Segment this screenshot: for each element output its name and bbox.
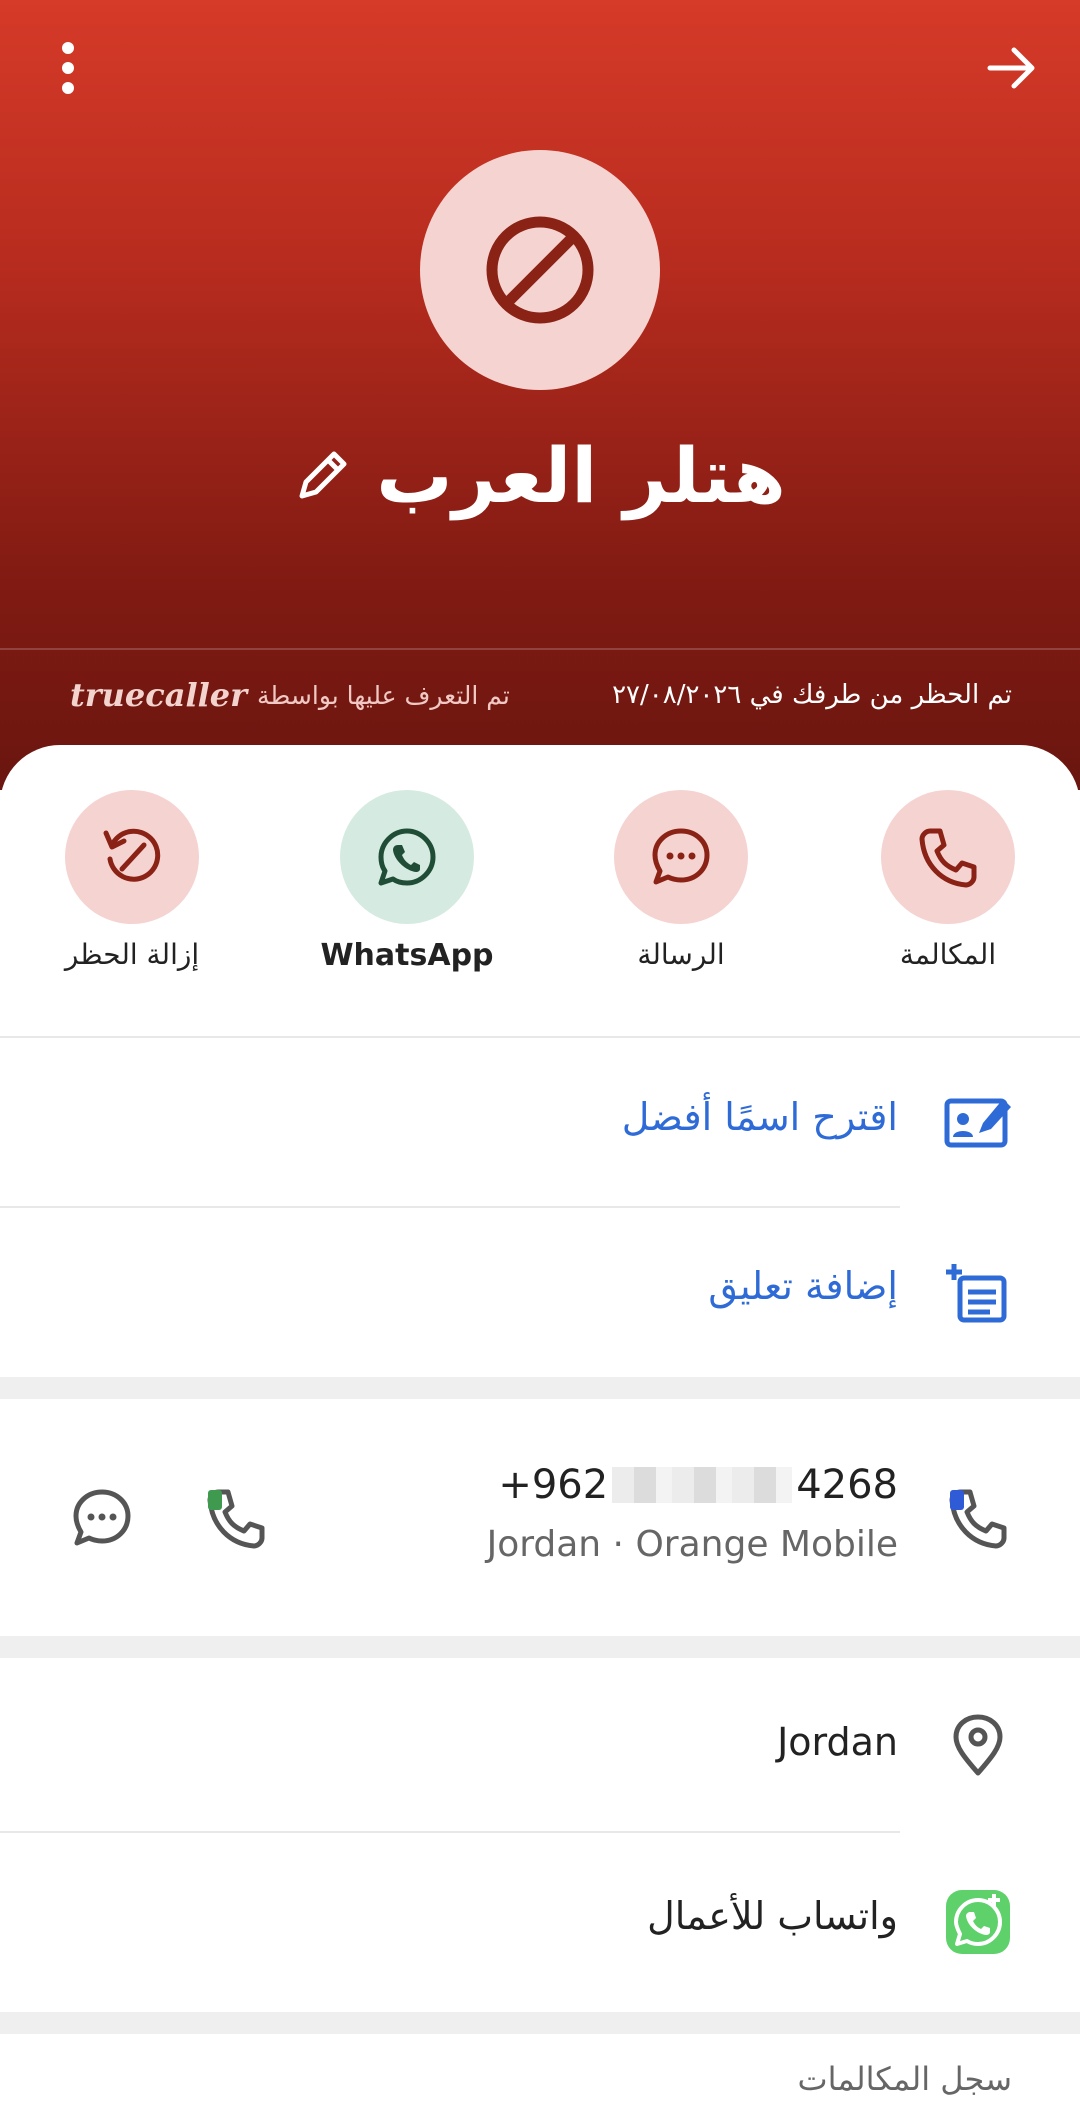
more-options-button[interactable] — [28, 28, 108, 108]
divider — [0, 1036, 1080, 1038]
whatsapp-icon — [378, 828, 436, 886]
message-icon — [73, 1489, 131, 1546]
phone-carrier: Jordan · Orange Mobile — [486, 1524, 898, 1565]
edit-contact-icon — [944, 1098, 1011, 1148]
section-separator — [0, 1377, 1080, 1399]
whatsapp-action-label: WhatsApp — [320, 938, 494, 973]
identified-by-text: تم التعرف عليها بواسطة — [257, 680, 510, 710]
unblock-action[interactable]: إزالة الحظر — [32, 790, 232, 990]
message-action[interactable]: الرسالة — [581, 790, 781, 990]
header-divider — [0, 648, 1080, 650]
divider — [0, 1831, 900, 1833]
contact-name[interactable]: هتلر العرب — [376, 431, 786, 520]
phone-number-suffix: 4268 — [796, 1462, 898, 1508]
phone-type-icon-wrap — [938, 1478, 1018, 1558]
location-pin-icon — [953, 1714, 1003, 1776]
unblock-action-label: إزالة الحظر — [64, 938, 200, 971]
message-action-label: الرسالة — [637, 938, 725, 971]
call-action-label: المكالمة — [899, 938, 997, 971]
whatsapp-business-icon-wrap[interactable] — [938, 1882, 1018, 1962]
add-comment-icon-wrap[interactable] — [938, 1252, 1018, 1332]
message-action-circle[interactable] — [614, 790, 748, 924]
whatsapp-action[interactable]: WhatsApp — [307, 790, 507, 990]
contact-header: هتلر العرب truecaller تم التعرف عليها بو… — [0, 0, 1080, 790]
blocked-date-text: تم الحظر من طرفك في ٢٧/٠٨/٢٠٢٦ — [612, 680, 1012, 710]
add-comment-link[interactable]: إضافة تعليق — [708, 1264, 898, 1308]
truecaller-logo: truecaller — [70, 676, 248, 714]
more-vert-icon — [62, 42, 74, 94]
edit-pencil-icon[interactable] — [294, 446, 352, 504]
section-separator — [0, 2012, 1080, 2034]
blocked-avatar — [420, 150, 660, 390]
suggest-name-link[interactable]: اقترح اسمًا أفضل — [622, 1095, 898, 1139]
whatsapp-business-icon — [946, 1890, 1010, 1954]
add-note-icon — [946, 1264, 1007, 1323]
call-action-circle[interactable] — [881, 790, 1015, 924]
phone-icon — [919, 828, 977, 888]
whatsapp-action-circle[interactable] — [340, 790, 474, 924]
whatsapp-business-text[interactable]: واتساب للأعمال — [647, 1894, 898, 1938]
call-history-header: سجل المكالمات — [797, 2060, 1012, 2098]
identified-by: truecaller تم التعرف عليها بواسطة — [70, 670, 510, 720]
phone-number-prefix: +962 — [498, 1462, 609, 1508]
back-button[interactable] — [972, 28, 1052, 108]
location-text: Jordan — [777, 1720, 898, 1764]
suggest-name-icon-wrap[interactable] — [938, 1082, 1018, 1162]
section-separator — [0, 1636, 1080, 1658]
sms-button[interactable] — [62, 1478, 142, 1558]
arrow-forward-icon — [987, 47, 1035, 89]
divider — [0, 1206, 900, 1208]
unblock-icon — [103, 828, 161, 882]
message-icon — [652, 828, 710, 885]
call-action[interactable]: المكالمة — [848, 790, 1048, 990]
location-icon-wrap — [938, 1705, 1018, 1785]
phone-number[interactable]: +962 4268 — [498, 1462, 898, 1508]
unblock-action-circle[interactable] — [65, 790, 199, 924]
redacted-digits — [612, 1467, 793, 1503]
contact-name-row: هتلر العرب — [0, 420, 1080, 530]
block-icon — [486, 216, 594, 324]
phone-sim1-icon — [949, 1489, 1007, 1549]
phone-sim2-icon — [207, 1489, 265, 1549]
call-sim2-button[interactable] — [196, 1478, 276, 1558]
